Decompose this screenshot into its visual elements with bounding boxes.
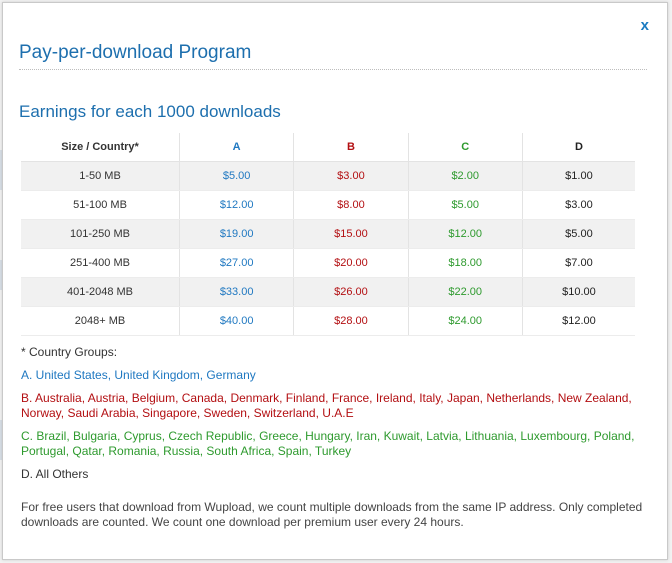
rate-d-cell: $3.00 [522, 190, 635, 220]
close-button[interactable]: x [641, 18, 649, 34]
rate-b-cell: $20.00 [293, 248, 409, 278]
group-c-countries: C. Brazil, Bulgaria, Cyprus, Czech Repub… [21, 429, 635, 458]
rate-a-cell: $27.00 [179, 248, 295, 278]
header-group-c: C [408, 133, 523, 162]
rate-d-cell: $1.00 [522, 161, 635, 191]
rate-b-cell: $3.00 [293, 161, 409, 191]
rate-b-cell: $8.00 [293, 190, 409, 220]
rate-b-cell: $15.00 [293, 219, 409, 249]
size-cell: 51-100 MB [21, 190, 180, 220]
table-row: 401-2048 MB $33.00 $26.00 $22.00 $10.00 [21, 277, 635, 307]
rate-c-cell: $12.00 [408, 219, 523, 249]
header-size-country: Size / Country* [21, 133, 180, 162]
rate-d-cell: $12.00 [522, 306, 635, 336]
rate-c-cell: $5.00 [408, 190, 523, 220]
rate-a-cell: $33.00 [179, 277, 295, 307]
modal-title: Pay-per-download Program [19, 42, 252, 63]
rate-d-cell: $5.00 [522, 219, 635, 249]
rate-a-cell: $12.00 [179, 190, 295, 220]
pay-per-download-modal: x Pay-per-download Program Earnings for … [2, 2, 668, 560]
rate-c-cell: $24.00 [408, 306, 523, 336]
country-groups-section: * Country Groups: A. United States, Unit… [21, 345, 651, 530]
rate-b-cell: $28.00 [293, 306, 409, 336]
group-a-countries: A. United States, United Kingdom, German… [21, 368, 256, 382]
table-row: 251-400 MB $27.00 $20.00 $18.00 $7.00 [21, 248, 635, 278]
size-cell: 401-2048 MB [21, 277, 180, 307]
table-row: 51-100 MB $12.00 $8.00 $5.00 $3.00 [21, 190, 635, 220]
size-cell: 1-50 MB [21, 161, 180, 191]
rate-b-cell: $26.00 [293, 277, 409, 307]
title-divider [19, 69, 647, 70]
download-counting-note: For free users that download from Wuploa… [21, 500, 643, 529]
table-row: 1-50 MB $5.00 $3.00 $2.00 $1.00 [21, 161, 635, 191]
rate-a-cell: $19.00 [179, 219, 295, 249]
header-group-d: D [522, 133, 635, 162]
rate-c-cell: $22.00 [408, 277, 523, 307]
rate-a-cell: $40.00 [179, 306, 295, 336]
header-group-a: A [179, 133, 295, 162]
rate-c-cell: $2.00 [408, 161, 523, 191]
rate-a-cell: $5.00 [179, 161, 295, 191]
size-cell: 251-400 MB [21, 248, 180, 278]
table-row: 101-250 MB $19.00 $15.00 $12.00 $5.00 [21, 219, 635, 249]
table-row: 2048+ MB $40.00 $28.00 $24.00 $12.00 [21, 306, 635, 336]
header-group-b: B [293, 133, 409, 162]
earnings-table: Size / Country* A B C D 1-50 MB $5.00 $3… [21, 133, 635, 336]
rate-d-cell: $7.00 [522, 248, 635, 278]
table-header-row: Size / Country* A B C D [21, 133, 635, 162]
group-b-countries: B. Australia, Austria, Belgium, Canada, … [21, 391, 632, 420]
group-d-countries: D. All Others [21, 467, 89, 481]
size-cell: 101-250 MB [21, 219, 180, 249]
country-groups-heading: * Country Groups: [21, 345, 118, 359]
earnings-heading: Earnings for each 1000 downloads [19, 102, 281, 121]
rate-d-cell: $10.00 [522, 277, 635, 307]
size-cell: 2048+ MB [21, 306, 180, 336]
rate-c-cell: $18.00 [408, 248, 523, 278]
